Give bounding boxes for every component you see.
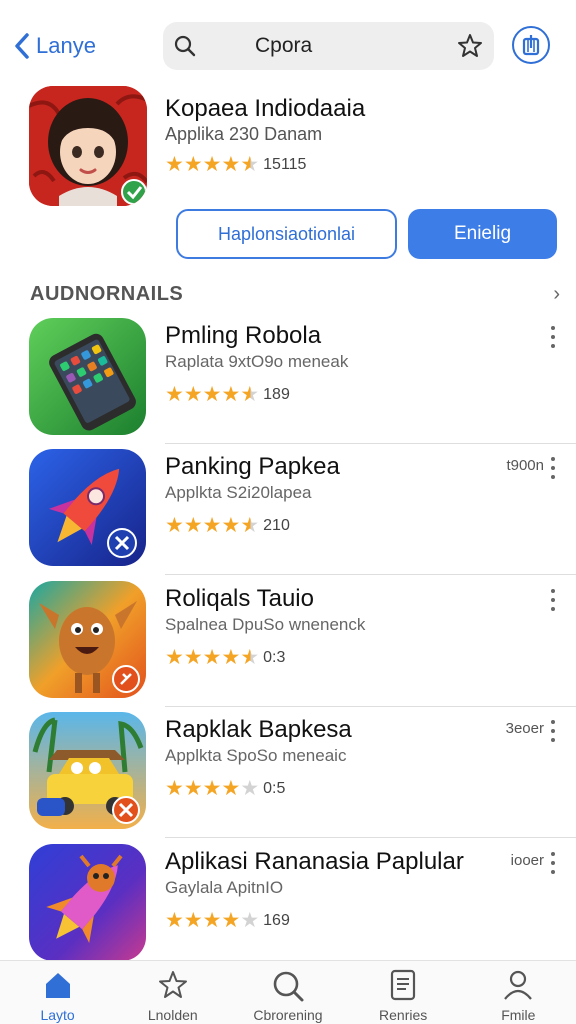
tab-label: Layto <box>40 1007 75 1023</box>
list-item[interactable]: Pmling Robola Raplata 9xtO9o meneak ★ ★ ★ ★… <box>0 312 576 444</box>
app-size: t900n <box>506 457 544 474</box>
app-subtitle: Raplata 9xtO9o meneak <box>165 352 349 371</box>
rocket-icon <box>29 449 146 566</box>
app-icon <box>29 844 146 961</box>
search-icon <box>174 35 196 57</box>
tab-label: Cbrorening <box>253 1007 323 1023</box>
list-item[interactable]: Panking Papkea Applkta S2i20lapea ★ ★ ★ ★ ★ … <box>0 443 576 575</box>
app-rating: ★ ★ ★ ★ ★ 0:3 <box>165 647 285 668</box>
list-item[interactable]: Aplikasi Rananasia Paplular Gaylala Apit… <box>0 838 576 961</box>
app-rating: ★ ★ ★ ★ ★ 0:5 <box>165 778 285 799</box>
app-size: iooer <box>510 852 544 869</box>
document-icon <box>391 969 416 1001</box>
list-item[interactable]: Roliqals Tauio Spalnea DpuSo wnenenck ★ ★… <box>0 575 576 707</box>
tab-lnolden[interactable]: Lnolden <box>115 961 230 1024</box>
tab-cbrorening[interactable]: Cbrorening <box>230 961 345 1024</box>
app-icon <box>29 318 146 435</box>
status-bar <box>0 0 576 10</box>
section-title: AUDNORNAILS <box>30 283 184 305</box>
rating-stars: ★ ★ ★ ★ ★ <box>165 383 260 406</box>
search-query: Cpora <box>255 34 313 57</box>
more-options-icon[interactable] <box>548 720 558 742</box>
section-header: AUDNORNAILS › <box>30 283 560 311</box>
rating-count: 15115 <box>263 155 307 173</box>
featured-app-icon[interactable] <box>29 86 147 206</box>
chevron-right-icon[interactable]: › <box>553 283 560 306</box>
more-options-icon[interactable] <box>548 326 558 348</box>
rocket-character-icon <box>29 844 146 961</box>
top-navigation: Lanye Cpora <box>0 18 576 74</box>
favorite-icon[interactable] <box>456 32 484 60</box>
more-options-icon[interactable] <box>548 589 558 611</box>
app-rating: ★ ★ ★ ★ ★ 210 <box>165 515 290 536</box>
tab-bar: Layto Lnolden Cbrorening Renries Fmile <box>0 960 576 1024</box>
app-rating: ★ ★ ★ ★ ★ 189 <box>165 384 290 405</box>
share-button[interactable] <box>512 26 550 64</box>
app-icon <box>29 712 146 829</box>
tab-label: Fmile <box>501 1007 536 1023</box>
rating-stars: ★ ★ ★ ★ ★ <box>165 153 260 176</box>
featured-app-subtitle: Applika 230 Danam <box>165 124 323 144</box>
list-item[interactable]: Rapklak Bapkesa Applkta SpoSo meneaic ★ ★… <box>0 706 576 838</box>
home-icon <box>45 973 70 998</box>
more-options-icon[interactable] <box>548 457 558 479</box>
tab-layto[interactable]: Layto <box>0 961 115 1024</box>
rating-count: 0:5 <box>263 779 286 797</box>
featured-app-rating: ★ ★ ★ ★ ★ 15115 <box>165 154 306 175</box>
tab-label: Lnolden <box>147 1007 198 1023</box>
tab-label: Renries <box>379 1007 428 1023</box>
back-label: Lanye <box>36 33 96 58</box>
featured-app-title: Kopaea Indiodaaia <box>165 95 366 122</box>
tab-renries[interactable]: Renries <box>346 961 461 1024</box>
rating-count: 0:3 <box>263 648 286 666</box>
app-name: Aplikasi Rananasia Paplular <box>165 848 464 875</box>
app-name: Pmling Robola <box>165 322 322 349</box>
more-options-icon[interactable] <box>548 852 558 874</box>
search-icon <box>273 971 304 1002</box>
app-icon <box>29 581 146 698</box>
star-icon <box>158 971 187 998</box>
rating-count: 189 <box>263 385 290 403</box>
app-icon <box>29 449 146 566</box>
rating-count: 169 <box>263 911 290 929</box>
app-rating: ★ ★ ★ ★ ★ 169 <box>165 910 290 931</box>
app-name: Rapklak Bapkesa <box>165 716 352 743</box>
secondary-action-button[interactable]: Haplonsiaotionlai <box>176 209 397 259</box>
app-subtitle: Applkta SpoSo meneaic <box>165 746 347 765</box>
rating-stars: ★ ★ ★ ★ ★ <box>165 777 260 800</box>
app-name: Roliqals Tauio <box>165 585 314 612</box>
primary-action-button[interactable]: Enielig <box>408 209 557 259</box>
share-icon <box>522 35 540 56</box>
search-input[interactable]: Cpora <box>163 22 494 70</box>
rating-stars: ★ ★ ★ ★ ★ <box>165 646 260 669</box>
smartphone-icon <box>29 318 146 435</box>
app-subtitle: Applkta S2i20lapea <box>165 483 312 502</box>
rating-count: 210 <box>263 516 290 534</box>
avatar-woman-icon <box>29 86 147 206</box>
featured-app: Kopaea Indiodaaia Applika 230 Danam ★ ★ ★ ★… <box>0 84 576 264</box>
app-name: Panking Papkea <box>165 453 340 480</box>
tab-fmile[interactable]: Fmile <box>461 961 576 1024</box>
profile-icon <box>504 970 533 1000</box>
rating-stars: ★ ★ ★ ★ ★ <box>165 909 260 932</box>
chevron-left-icon <box>15 33 29 59</box>
app-subtitle: Spalnea DpuSo wnenenck <box>165 615 366 634</box>
rating-stars: ★ ★ ★ ★ ★ <box>165 514 260 537</box>
app-size: 3eoer <box>505 720 544 737</box>
car-icon <box>29 712 146 829</box>
monster-icon <box>29 581 146 698</box>
app-subtitle: Gaylala ApitnIO <box>165 878 284 897</box>
back-button[interactable]: Lanye <box>14 26 96 66</box>
